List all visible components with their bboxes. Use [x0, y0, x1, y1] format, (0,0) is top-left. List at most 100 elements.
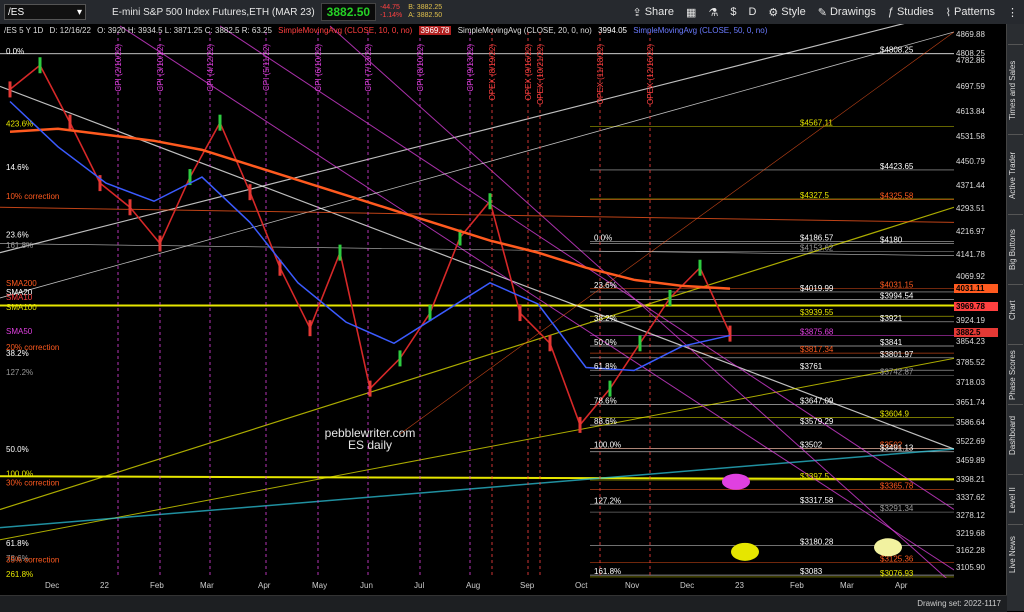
legend-date: D: 12/16/22: [49, 26, 91, 35]
candle: [638, 335, 642, 352]
price-tick-label: 3651.74: [956, 398, 985, 408]
style-button[interactable]: ⚙ Style: [762, 0, 811, 24]
level-label: $4180: [880, 236, 903, 245]
patterns-icon: ⌇: [945, 6, 952, 19]
time-tick-label: Apr: [895, 581, 908, 590]
patterns-button[interactable]: ⌇ Patterns: [940, 0, 1001, 24]
price-chart[interactable]: CPI (2/10/22) CPI (3/10/22) CPI (4/12/22) C…: [0, 24, 954, 578]
level-label: $3502: [800, 440, 823, 449]
side-tab[interactable]: Chart: [1008, 284, 1023, 335]
last-price: 3882.50: [320, 3, 377, 21]
time-tick-label: 22: [100, 581, 109, 590]
bottom-bar: Drawing set: 2022-1117: [0, 595, 1007, 612]
target-marker: [874, 538, 902, 557]
candle: [398, 350, 402, 367]
level-label: $4567.11: [800, 119, 833, 128]
trend-line: [399, 31, 954, 435]
legend-sma10-value: 3969.78: [418, 26, 452, 35]
time-tick-label: 23: [735, 581, 744, 590]
price-tick-label: 3718.03: [956, 378, 985, 388]
event-label: CPI (5/11/22): [262, 44, 271, 91]
fib-label: 61.8%: [6, 539, 29, 548]
candle: [728, 325, 732, 342]
event-label: OPEX (9/16/22): [524, 44, 533, 101]
drawings-label: Drawings: [829, 6, 876, 18]
candle: [8, 81, 12, 98]
side-tab[interactable]: Times and Sales: [1008, 44, 1023, 135]
candle: [518, 305, 522, 322]
side-tab[interactable]: Live News: [1008, 524, 1023, 585]
target-marker: [731, 542, 759, 561]
level-label: $3604.9: [880, 409, 909, 418]
candle: [308, 320, 312, 337]
studies-icon: ƒ: [887, 6, 894, 18]
studies-button[interactable]: ƒ Studies: [882, 0, 940, 24]
legend-sma50: SimpleMovingAvg (CLOSE, 50, 0, no): [633, 26, 768, 35]
drawing-set-label[interactable]: Drawing set: 2022-1117: [917, 599, 1001, 608]
more-button[interactable]: ⋮: [1001, 0, 1024, 24]
time-axis[interactable]: Dec 22 Feb Mar Apr May Jun Jul Aug Sep Oct Nov Dec 23…: [0, 578, 954, 595]
price-tick-label: 3162.28: [956, 546, 985, 556]
fib-label: 261.8%: [6, 570, 33, 578]
fib-label: SMA200: [6, 279, 37, 288]
side-tab[interactable]: Big Buttons: [1008, 214, 1023, 285]
time-tick-label: Oct: [575, 581, 588, 590]
price-tick-label: 4782.86: [956, 56, 985, 66]
time-tick-label: Apr: [258, 581, 271, 590]
fib-label: 30% correction: [6, 478, 59, 487]
time-tick-label: Dec: [45, 581, 60, 590]
level-label: $3083: [800, 567, 823, 576]
right-side-tabs: Times and Sales Active Trader Big Buttons C…: [1006, 24, 1024, 611]
chart-subtitle: ES daily: [348, 438, 392, 452]
level-label: $3994.54: [880, 292, 914, 301]
patterns-label: Patterns: [954, 6, 995, 18]
chevron-down-icon: ▾: [76, 6, 82, 18]
fib-label: 127.2%: [594, 496, 621, 505]
time-tick-label: Jul: [414, 581, 425, 590]
more-icon: ⋮: [1007, 6, 1018, 19]
level-label: $3841: [880, 338, 903, 347]
side-tab[interactable]: Dashboard: [1008, 404, 1023, 465]
drawings-button[interactable]: ✎ Drawings: [812, 0, 882, 24]
trend-line: [0, 206, 954, 223]
level-label: $4423.65: [880, 162, 914, 171]
trend-line: [0, 31, 954, 299]
candle: [38, 57, 42, 74]
side-tab[interactable]: Phase Scores: [1008, 344, 1023, 405]
side-tab[interactable]: Level II: [1008, 474, 1023, 525]
legend-ohlc: O: 3920 H: 3934.5 L: 3871.25 C: 3882.5 R…: [97, 26, 272, 35]
event-label: CPI (8/10/22): [416, 44, 425, 92]
legend-sma20: SimpleMovingAvg (CLOSE, 20, 0, no): [457, 26, 592, 35]
level-label: $4186.57: [800, 234, 834, 243]
fib-label: SMA100: [6, 303, 37, 312]
level-label: $3742.87: [880, 368, 914, 377]
level-label: $3939.55: [800, 308, 834, 317]
event-label: CPI (7/13/22): [364, 44, 373, 92]
time-tick-label: Nov: [625, 581, 640, 590]
symbol-title: E-mini S&P 500 Index Futures,ETH (MAR 23…: [112, 6, 315, 18]
trend-line: [0, 206, 954, 511]
legend-sma10: SimpleMovingAvg (CLOSE, 10, 0, no): [278, 26, 413, 35]
aggregation-button[interactable]: D: [742, 0, 762, 24]
time-tick-label: Sep: [520, 581, 535, 590]
level-label: $3761: [800, 362, 823, 371]
price-tick-label: 3105.90: [956, 563, 985, 573]
gear-icon: ⚙: [768, 6, 779, 19]
legend-sma20-value: 3994.05: [598, 26, 627, 35]
fib-label: 423.6%: [6, 120, 33, 129]
share-button[interactable]: ⇪ Share: [626, 0, 680, 24]
symbol-selector[interactable]: /ES ▾: [4, 4, 86, 20]
grid-button[interactable]: ▦: [680, 0, 702, 24]
side-tab[interactable]: Active Trader: [1008, 134, 1023, 215]
dollar-button[interactable]: $: [724, 0, 742, 24]
flask-button[interactable]: ⚗: [702, 0, 724, 24]
style-label: Style: [781, 6, 806, 18]
top-toolbar: /ES ▾ E-mini S&P 500 Index Futures,ETH (…: [0, 0, 1024, 25]
price-tick-label: 3854.23: [956, 337, 985, 346]
fib-label: 0.0%: [6, 47, 24, 56]
level-label: $4325.58: [880, 192, 914, 201]
level-label: $3921: [880, 314, 903, 323]
level-label: $3817.34: [800, 345, 834, 354]
time-tick-label: May: [312, 581, 328, 590]
price-tick-label: 3924.19: [956, 315, 985, 325]
